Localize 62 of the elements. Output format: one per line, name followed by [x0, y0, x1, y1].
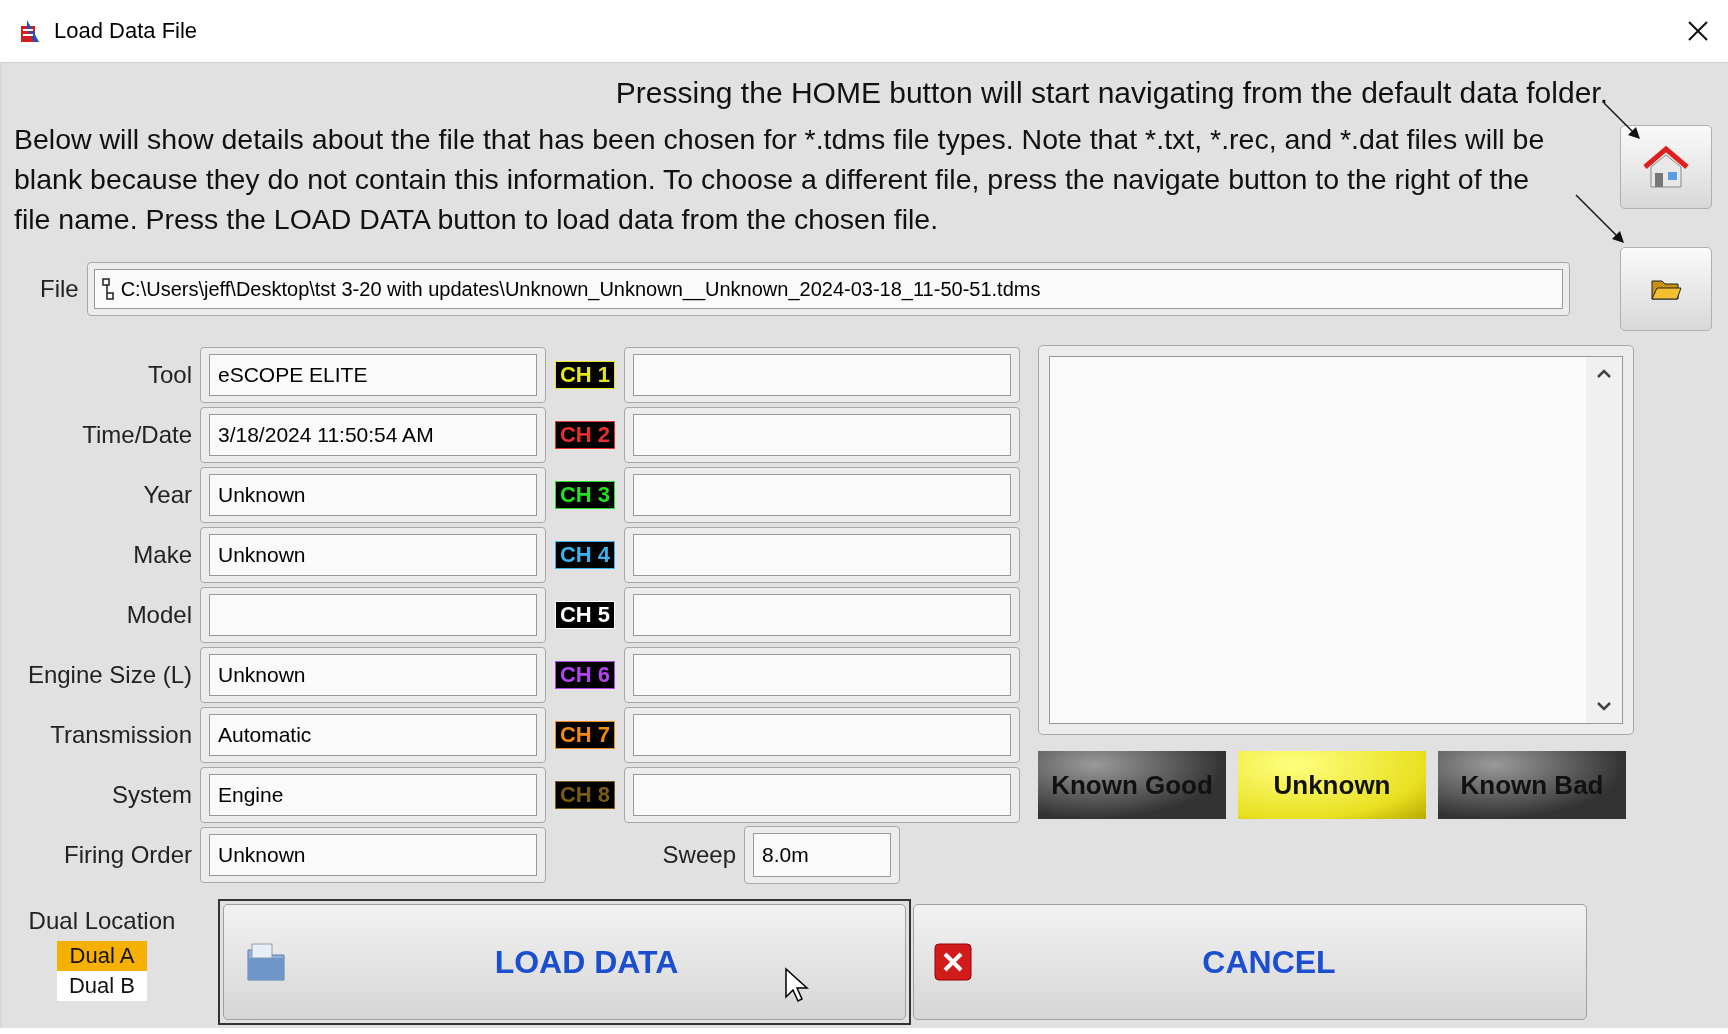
field-label: Firing Order [63, 841, 192, 869]
text-field[interactable] [200, 587, 546, 643]
field-label: Transmission [50, 721, 192, 749]
browse-button[interactable] [1620, 247, 1712, 331]
channel-field[interactable] [624, 467, 1020, 523]
rating-button[interactable]: Known Bad [1438, 751, 1626, 819]
cursor-icon [784, 967, 810, 1003]
close-icon[interactable] [1686, 19, 1710, 43]
field-label: Make [133, 541, 192, 569]
channel-field[interactable] [624, 647, 1020, 703]
close-icon [934, 943, 972, 981]
text-field[interactable]: Unknown [200, 647, 546, 703]
sweep-field[interactable]: 8.0m [744, 826, 900, 884]
sweep-label: Sweep [662, 841, 736, 869]
folder-icon [244, 940, 288, 984]
scrollbar[interactable] [1586, 357, 1622, 723]
field-label: Time/Date [82, 421, 192, 449]
text-field[interactable]: Engine [200, 767, 546, 823]
channel-badge: CH 3 [554, 481, 616, 509]
channel-field[interactable] [624, 707, 1020, 763]
channel-field[interactable] [624, 407, 1020, 463]
dual-location-label: Dual Location [28, 907, 176, 935]
scroll-up-icon[interactable] [1596, 369, 1612, 379]
channel-badge: CH 5 [554, 601, 616, 629]
channel-badge: CH 4 [554, 541, 616, 569]
dual-option[interactable]: Dual A [56, 941, 147, 971]
text-field[interactable]: Unknown [200, 527, 546, 583]
field-label: Model [126, 601, 192, 629]
channel-badge: CH 6 [554, 661, 616, 689]
window-title: Load Data File [54, 18, 199, 44]
leader-line [1602, 101, 1642, 141]
instruction-paragraph: Below will show details about the file that has been chosen for *.tdms file types. Note that *.txt, *.rec, and *.dat files will be blank because they do not contain this information. To choose a different file, press the navigate button to the right of the file name. Press the LOAD DATA button to load data from the chosen file. [14, 122, 1546, 237]
channel-badge: CH 7 [554, 721, 616, 749]
leader-line [1574, 193, 1626, 245]
scroll-down-icon[interactable] [1596, 701, 1612, 711]
rating-button[interactable]: Unknown [1238, 751, 1426, 819]
text-field[interactable]: Unknown [200, 827, 546, 883]
channel-badge: CH 8 [554, 781, 616, 809]
rating-button[interactable]: Known Good [1038, 751, 1226, 819]
file-path-field[interactable]: C:\Users\jeff\Desktop\tst 3-20 with updates\Unknown_Unknown__Unknown_2024-03-18_11-50-51.tdms [86, 262, 1570, 316]
field-label: Year [143, 481, 192, 509]
path-icon [100, 277, 115, 301]
load-data-button[interactable]: LOAD DATA [223, 904, 906, 1020]
channel-field[interactable] [624, 767, 1020, 823]
channel-badge: CH 2 [554, 421, 616, 449]
channel-badge: CH 1 [554, 361, 616, 389]
channel-field[interactable] [624, 527, 1020, 583]
channel-field[interactable] [624, 347, 1020, 403]
instruction-text: Pressing the HOME button will start navigating from the default data folder. [614, 75, 1609, 111]
text-field[interactable]: Unknown [200, 467, 546, 523]
field-label: Tool [147, 361, 192, 389]
text-field[interactable]: 3/18/2024 11:50:54 AM [200, 407, 546, 463]
text-field[interactable]: eSCOPE ELITE [200, 347, 546, 403]
channel-field[interactable] [624, 587, 1020, 643]
file-label: File [39, 275, 79, 303]
cancel-button[interactable]: CANCEL [913, 904, 1587, 1020]
text-field[interactable]: Automatic [200, 707, 546, 763]
folder-icon [1650, 277, 1682, 301]
home-button[interactable] [1620, 125, 1712, 209]
house-icon [1641, 145, 1691, 189]
field-label: Engine Size (L) [27, 661, 192, 689]
field-label: System [112, 781, 192, 809]
